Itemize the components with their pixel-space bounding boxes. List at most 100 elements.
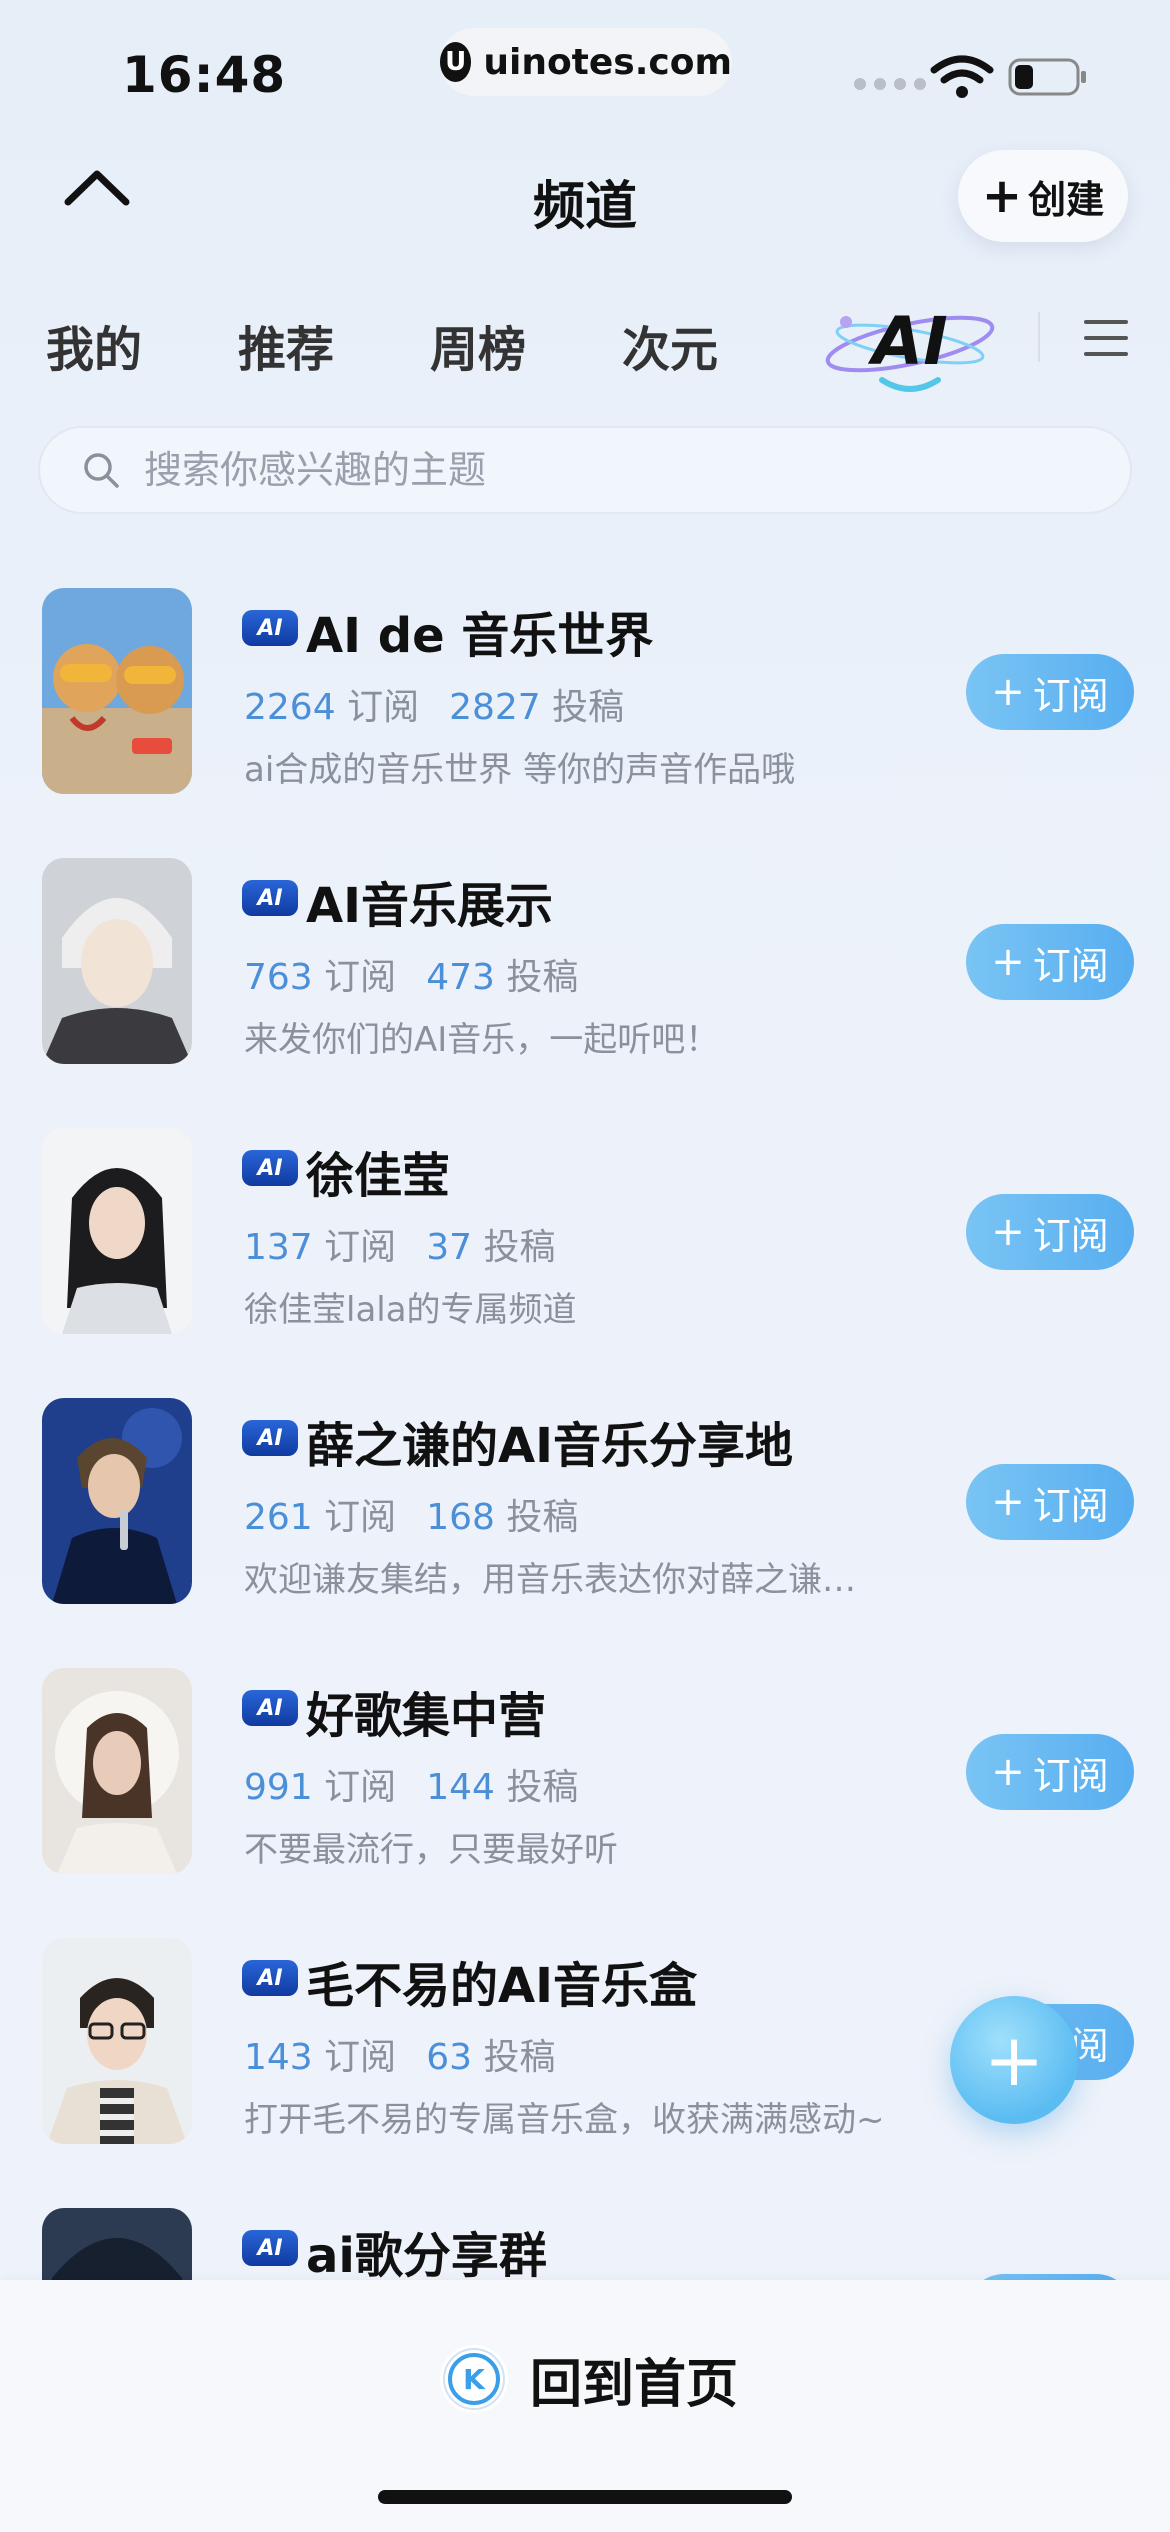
subscribe-button[interactable]: +订阅 [966, 654, 1134, 730]
status-time: 16:48 [122, 46, 287, 104]
tab-ai[interactable]: AI [820, 292, 1000, 402]
ai-badge: AI [242, 610, 298, 646]
ai-badge: AI [242, 1690, 298, 1726]
post-unit: 投稿 [483, 1227, 556, 1268]
site-url: uinotes.com [483, 41, 732, 83]
channel-description: 打开毛不易的专属音乐盒，收获满满感动~ [244, 2100, 885, 2140]
channel-name: 毛不易的AI音乐盒 [306, 1958, 698, 2014]
post-unit: 投稿 [506, 1497, 579, 1538]
subscriber-unit: 订阅 [324, 1767, 397, 1808]
subscribe-button[interactable]: +订阅 [966, 1194, 1134, 1270]
search-icon [84, 453, 119, 488]
channel-avatar [42, 588, 192, 794]
plus-icon: + [983, 2018, 1045, 2102]
post-count: 144 [426, 1767, 495, 1808]
tab-mine[interactable]: 我的 [46, 310, 142, 380]
channel-stats: 137 订阅 37 投稿 [244, 1218, 555, 1270]
site-pill: U uinotes.com [440, 28, 732, 96]
channel-name: ai歌分享群 [306, 2228, 547, 2284]
channel-avatar [42, 858, 192, 1064]
channel-description: ai合成的音乐世界 等你的声音作品哦 [244, 750, 796, 790]
subscriber-count: 143 [244, 2037, 313, 2078]
subscriber-unit: 订阅 [324, 2037, 397, 2078]
post-unit: 投稿 [506, 1767, 579, 1808]
channel-description: 来发你们的AI音乐，一起听吧！ [244, 1020, 720, 1060]
post-unit: 投稿 [552, 687, 625, 728]
svg-text:AI: AI [867, 303, 948, 380]
channel-avatar [42, 1668, 192, 1874]
floating-add-button[interactable]: + [950, 1996, 1078, 2124]
subscribe-label: 订阅 [1032, 1753, 1109, 1798]
post-count: 37 [426, 1227, 472, 1268]
plus-icon: + [991, 939, 1025, 985]
tab-weekly[interactable]: 周榜 [430, 310, 526, 380]
search-input[interactable] [142, 447, 1046, 493]
create-label: 创建 [1028, 177, 1105, 222]
subscriber-unit: 订阅 [324, 1227, 397, 1268]
channel-item[interactable]: AI 薛之谦的AI音乐分享地 261 订阅 168 投稿 欢迎谦友集结，用音乐表达… [0, 1398, 1170, 1668]
plus-icon: + [991, 1479, 1025, 1525]
channel-avatar [42, 1938, 192, 2144]
site-logo-icon: U [440, 42, 472, 82]
subscribe-button[interactable]: +订阅 [966, 924, 1134, 1000]
channel-name: 徐佳莹 [306, 1148, 451, 1204]
tab-divider [1038, 312, 1040, 362]
cellular-signal-icon [854, 78, 926, 90]
search-bar[interactable] [38, 426, 1132, 514]
subscriber-count: 137 [244, 1227, 313, 1268]
channel-stats: 261 订阅 168 投稿 [244, 1488, 578, 1540]
channel-description: 徐佳莹lala的专属频道 [244, 1290, 577, 1330]
subscriber-unit: 订阅 [324, 1497, 397, 1538]
subscribe-button[interactable]: +订阅 [966, 1464, 1134, 1540]
channel-item[interactable]: AI AI de 音乐世界 2264 订阅 2827 投稿 ai合成的音乐世界 等… [0, 588, 1170, 858]
subscriber-unit: 订阅 [324, 957, 397, 998]
channel-item[interactable]: AI 好歌集中营 991 订阅 144 投稿 不要最流行，只要最好听 + 订阅 [0, 1668, 1170, 1938]
svg-text:K: K [463, 2363, 486, 2396]
channel-stats: 991 订阅 144 投稿 [244, 1758, 578, 1810]
channel-item[interactable]: AI 徐佳莹 137 订阅 37 投稿 徐佳莹lala的专属频道 + 订阅 [0, 1128, 1170, 1398]
app-logo-icon: K [440, 2345, 508, 2413]
subscriber-count: 763 [244, 957, 313, 998]
back-to-home-label: 回到首页 [530, 2354, 739, 2415]
channel-avatar [42, 1398, 192, 1604]
plus-icon: + [991, 1749, 1025, 1795]
channel-description: 欢迎谦友集结，用音乐表达你对薛之谦… [244, 1560, 856, 1600]
channel-stats: 763 订阅 473 投稿 [244, 948, 578, 1000]
subscribe-button[interactable]: +订阅 [966, 1734, 1134, 1810]
tab-ciyuan[interactable]: 次元 [622, 310, 718, 380]
post-count: 63 [426, 2037, 472, 2078]
menu-icon[interactable] [1084, 316, 1128, 360]
battery-icon [1008, 58, 1086, 96]
post-unit: 投稿 [483, 2037, 556, 2078]
channel-avatar [42, 1128, 192, 1334]
plus-icon: + [991, 1209, 1025, 1255]
subscribe-label: 订阅 [1032, 1483, 1109, 1528]
subscriber-count: 261 [244, 1497, 313, 1538]
ai-badge: AI [242, 880, 298, 916]
create-button[interactable]: + 创建 [958, 150, 1128, 242]
channel-item[interactable]: AI AI音乐展示 763 订阅 473 投稿 来发你们的AI音乐，一起听吧！ +… [0, 858, 1170, 1128]
back-to-home-button[interactable]: K 回到首页 [440, 2344, 739, 2415]
ai-badge: AI [242, 1150, 298, 1186]
channel-name: AI de 音乐世界 [306, 608, 654, 664]
channel-name: 薛之谦的AI音乐分享地 [306, 1418, 794, 1474]
subscriber-count: 991 [244, 1767, 313, 1808]
post-count: 168 [426, 1497, 495, 1538]
channel-description: 不要最流行，只要最好听 [244, 1830, 618, 1870]
channel-name: 好歌集中营 [306, 1688, 547, 1744]
ai-badge: AI [242, 1420, 298, 1456]
subscribe-label: 订阅 [1032, 1213, 1109, 1258]
ai-badge: AI [242, 2230, 298, 2266]
subscribe-label: 订阅 [1032, 673, 1109, 718]
home-indicator [378, 2490, 792, 2504]
tab-recommend[interactable]: 推荐 [238, 310, 334, 380]
channel-name: AI音乐展示 [306, 878, 554, 934]
plus-icon: + [981, 168, 1023, 224]
wifi-icon [930, 55, 994, 98]
post-unit: 投稿 [506, 957, 579, 998]
subscriber-unit: 订阅 [347, 687, 420, 728]
post-count: 473 [426, 957, 495, 998]
ai-badge: AI [242, 1960, 298, 1996]
post-count: 2827 [449, 687, 541, 728]
channel-stats: 143 订阅 63 投稿 [244, 2028, 555, 2080]
